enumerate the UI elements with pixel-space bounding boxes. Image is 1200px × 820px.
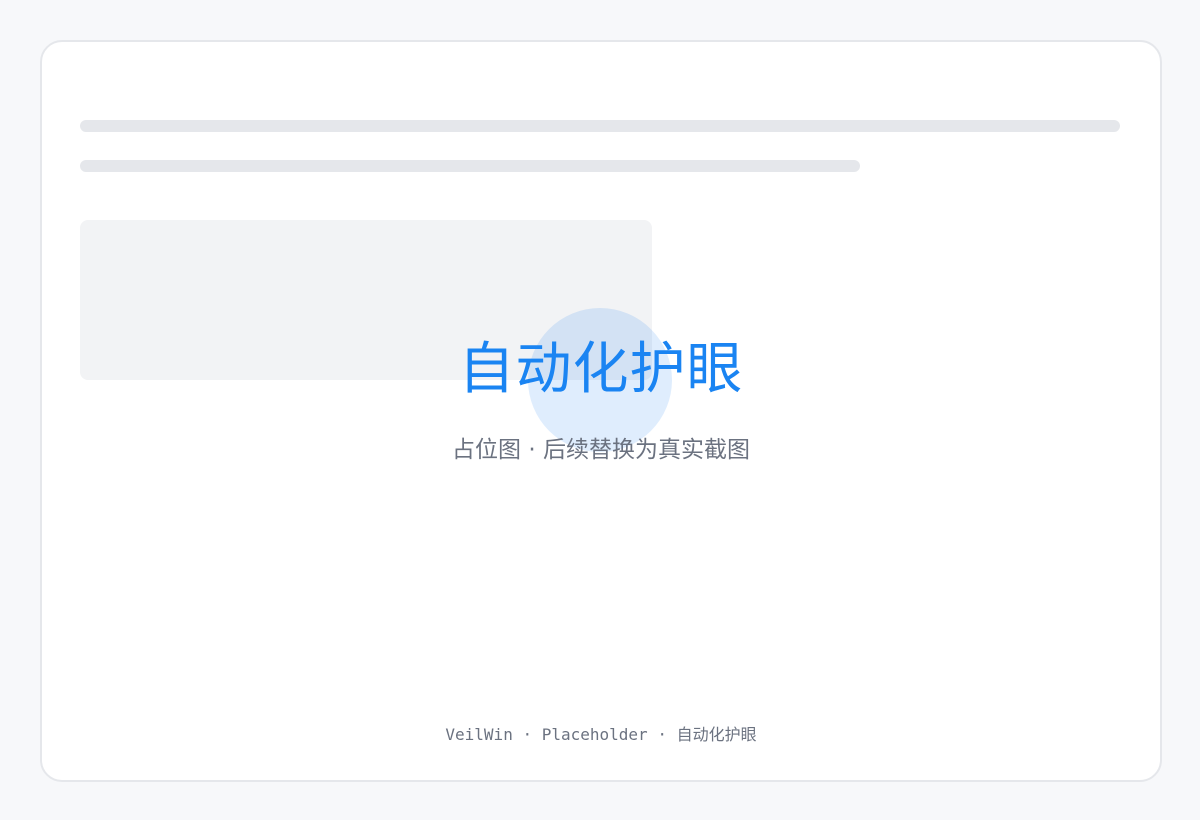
page-title: 自动化护眼 bbox=[458, 337, 744, 402]
skeleton-line-long bbox=[80, 120, 1120, 132]
placeholder-card: 自动化护眼 占位图 · 后续替换为真实截图 VeilWin · Placehol… bbox=[40, 40, 1162, 782]
footer-caption: VeilWin · Placeholder · 自动化护眼 bbox=[445, 725, 757, 744]
placeholder-subtitle: 占位图 · 后续替换为真实截图 bbox=[452, 437, 750, 463]
skeleton-line-short bbox=[80, 160, 860, 172]
